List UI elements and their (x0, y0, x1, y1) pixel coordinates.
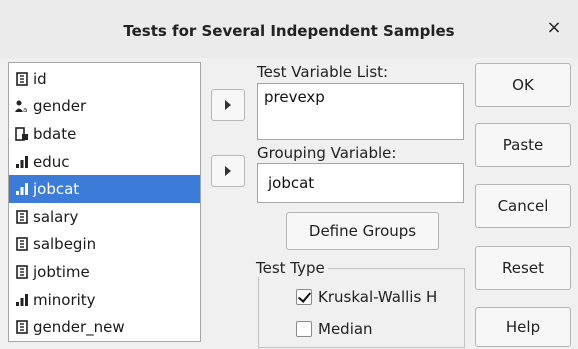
svg-text:a: a (23, 106, 27, 113)
variable-label: educ (33, 152, 70, 171)
move-to-grouping-button[interactable] (211, 155, 245, 187)
variable-item-educ[interactable]: educ (9, 148, 200, 176)
variable-item-id[interactable]: id (9, 65, 200, 93)
variable-label: jobcat (33, 180, 80, 199)
kruskal-wallis-checkbox[interactable] (296, 289, 312, 305)
ordinal-variable-icon (15, 292, 29, 308)
variable-label: gender_new (33, 318, 125, 337)
variable-item-gender[interactable]: a gender (9, 93, 200, 121)
median-checkbox[interactable] (296, 321, 312, 337)
grouping-variable-field[interactable]: jobcat (257, 163, 464, 203)
variable-item-jobcat[interactable]: jobcat (9, 175, 200, 203)
test-variable-list-label: Test Variable List: (257, 63, 389, 81)
define-groups-button[interactable]: Define Groups (286, 212, 439, 250)
test-variable-item[interactable]: prevexp (264, 88, 325, 106)
move-to-test-list-button[interactable] (211, 89, 245, 121)
variable-label: minority (33, 290, 96, 309)
scale-variable-icon (15, 236, 29, 252)
arrow-right-icon (225, 100, 231, 110)
arrow-right-icon (225, 166, 231, 176)
date-variable-icon (15, 126, 29, 142)
variable-item-salary[interactable]: salary (9, 203, 200, 231)
scale-variable-icon (15, 71, 29, 87)
kruskal-wallis-label: Kruskal-Wallis H (318, 288, 438, 306)
scale-variable-icon (15, 209, 29, 225)
kruskal-wallis-option[interactable]: Kruskal-Wallis H (296, 288, 437, 306)
median-label: Median (318, 320, 373, 338)
variable-item-jobtime[interactable]: jobtime (9, 258, 200, 286)
ordinal-variable-icon (15, 181, 29, 197)
variable-item-gender-new[interactable]: gender_new (9, 313, 200, 341)
scale-variable-icon (15, 319, 29, 335)
test-variable-list[interactable]: prevexp (257, 83, 464, 140)
grouping-variable-label: Grouping Variable: (257, 144, 397, 162)
variable-item-minority[interactable]: minority (9, 286, 200, 314)
median-option[interactable]: Median (296, 320, 373, 338)
help-button[interactable]: Help (475, 307, 571, 347)
reset-button[interactable]: Reset (475, 246, 571, 290)
cancel-button[interactable]: Cancel (475, 184, 571, 228)
grouping-variable-value[interactable]: jobcat (268, 174, 314, 192)
variable-label: gender (33, 97, 87, 116)
variable-item-bdate[interactable]: bdate (9, 120, 200, 148)
variable-item-salbegin[interactable]: salbegin (9, 231, 200, 259)
paste-button[interactable]: Paste (475, 123, 571, 167)
test-type-legend: Test Type (256, 259, 328, 277)
dialog-title: Tests for Several Independent Samples (123, 22, 455, 40)
ok-button[interactable]: OK (475, 63, 571, 107)
dialog-titlebar: Tests for Several Independent Samples × (0, 0, 578, 58)
variable-label: id (33, 69, 47, 88)
variable-label: salary (33, 207, 79, 226)
variable-label: bdate (33, 124, 77, 143)
ordinal-variable-icon (15, 154, 29, 170)
variable-label: jobtime (33, 262, 90, 281)
scale-variable-icon (15, 264, 29, 280)
variable-label: salbegin (33, 235, 97, 254)
nominal-variable-icon: a (15, 98, 29, 114)
source-variable-list[interactable]: id a gender bdate educ jobcat salary salbegin jo… (8, 62, 201, 342)
close-icon[interactable]: × (544, 18, 564, 38)
